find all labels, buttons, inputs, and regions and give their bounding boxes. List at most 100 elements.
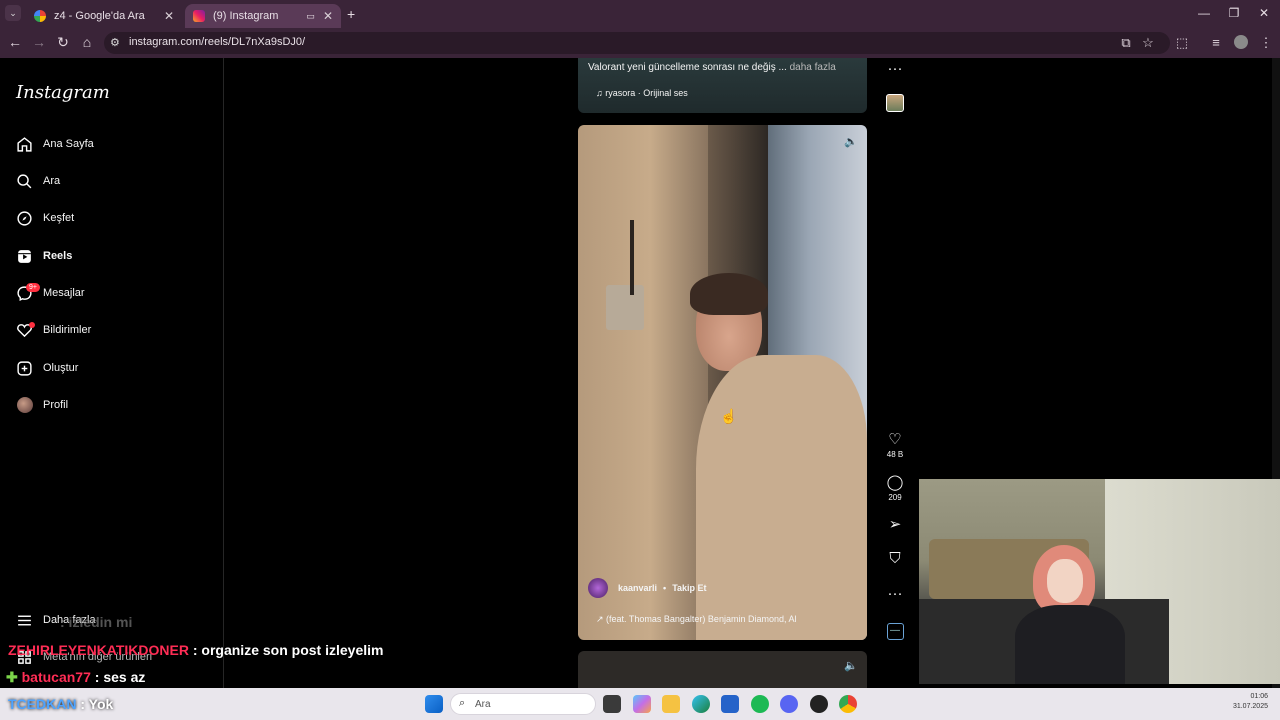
like-button[interactable]: ♡ 48 B [883,430,907,459]
volume-icon[interactable]: 🔈 [844,659,858,672]
close-icon[interactable]: ✕ [323,9,333,23]
tab-title: (9) Instagram [213,10,279,22]
profile-avatar-icon[interactable] [1233,35,1249,52]
save-button[interactable]: ⛉ [883,550,907,567]
search-icon: ⌕ [459,697,466,709]
share-button[interactable]: ➢ [883,515,907,533]
plus-icon [16,360,33,377]
forward-icon[interactable]: → [30,34,48,50]
send-icon: ➢ [888,516,902,533]
windows-start-icon[interactable] [425,695,443,713]
google-icon [34,10,46,22]
tab-search-dropdown-button[interactable]: ⌄ [5,5,21,21]
follow-button[interactable]: Takip Et [672,583,706,593]
compass-icon [16,210,33,227]
reel-caption[interactable]: Valorant yeni güncelleme sonrası ne deği… [588,62,836,73]
tab-google[interactable]: z4 - Google'da Ara ✕ [26,4,182,28]
caption-text: Valorant yeni güncelleme sonrası ne deği… [588,62,787,73]
audio-thumbnail[interactable] [883,94,907,117]
chat-text: : organize son post izleyelim [188,642,384,658]
chat-username: ZEHIRLEYENKATIKDONER [8,642,189,658]
chat-text: : Yok [76,696,114,712]
more-options-button[interactable]: ··· [883,585,907,602]
reload-icon[interactable]: ↻ [54,34,72,51]
nav-home[interactable]: Ana Sayfa [16,130,94,158]
nav-notifications[interactable]: Bildirimler [16,316,91,344]
main-reel-video[interactable]: 🔈 kaanvarli • Takip Et ↗ (feat. Thomas B… [578,125,867,640]
chat-message: ✚ batucan77 : ses az [6,669,145,686]
nav-label: Ara [43,175,61,187]
close-icon[interactable]: ✕ [164,9,174,23]
streamer-body [1015,605,1125,684]
more-link[interactable]: daha fazla [790,62,836,73]
file-explorer-icon[interactable] [662,695,680,713]
nav-label: Reels [43,250,73,262]
volume-icon[interactable]: 🔈 [844,135,858,148]
messages-badge: 9+ [26,283,40,292]
media-icon[interactable]: ▭ [306,11,315,22]
store-icon[interactable] [721,695,739,713]
clock-time: 01:06 [1250,693,1268,700]
comment-button[interactable]: ◯ 209 [883,473,907,502]
nav-label: Bildirimler [43,324,92,336]
mouse-cursor-icon: ☝ [720,408,738,424]
search-placeholder: Ara [475,699,491,710]
discord-icon[interactable] [780,695,798,713]
search-icon [16,173,33,190]
nav-reels[interactable]: Reels [16,242,72,270]
new-tab-button[interactable]: + [347,6,355,22]
previous-reel[interactable]: Valorant yeni güncelleme sonrası ne deği… [578,58,867,113]
browser-menu-icon[interactable]: ⋮ [1258,35,1274,51]
nav-messages[interactable]: Mesajlar [16,279,85,307]
collapse-button[interactable]: — [883,620,907,640]
tab-title: z4 - Google'da Ara [54,10,145,22]
bookmark-star-icon[interactable]: ☆ [1140,35,1156,51]
nav-search[interactable]: Ara [16,167,60,195]
chat-message: TCEDKAN : Yok [8,696,113,712]
chat-message: : izledin mi [60,614,132,630]
avatar-icon [16,397,33,414]
author-avatar[interactable] [588,578,608,598]
home-icon[interactable]: ⌂ [78,34,96,50]
restore-icon[interactable]: ❐ [1226,6,1242,20]
next-reel[interactable]: 🔈 [578,651,867,688]
nav-explore[interactable]: Keşfet [16,204,74,232]
copilot-icon[interactable] [633,695,651,713]
comment-count: 209 [888,493,902,502]
author-username[interactable]: kaanvarli [618,583,657,593]
notification-dot [29,322,35,328]
edge-icon[interactable] [692,695,710,713]
reel-audio[interactable]: ♫ ryasora · Orijinal ses [596,88,688,98]
streamer-webcam [919,479,1280,684]
nav-create[interactable]: Oluştur [16,354,78,382]
site-info-icon[interactable]: ⚙ [110,36,120,49]
reading-list-icon[interactable]: ≡ [1208,35,1224,50]
person-hair [690,273,768,315]
install-app-icon[interactable]: ⧉ [1118,35,1134,51]
nav-label: Ana Sayfa [43,138,94,150]
instagram-icon [193,10,205,22]
task-view-icon[interactable] [603,695,621,713]
arrow-icon: ↗ [596,614,607,624]
top-more-icon[interactable]: ··· [883,60,907,77]
more-icon: ··· [887,585,903,602]
tab-instagram[interactable]: (9) Instagram ▭ ✕ [185,4,341,28]
comment-icon: ◯ [886,474,904,491]
chat-username: batucan77 [21,669,91,685]
obs-icon[interactable] [810,695,828,713]
system-clock[interactable]: 01:06 31.07.2025 [1233,692,1268,712]
instagram-logo[interactable]: Instagram [16,82,110,103]
spotify-icon[interactable] [751,695,769,713]
close-window-icon[interactable]: ✕ [1256,6,1272,20]
taskbar-search[interactable]: ⌕ Ara [450,693,596,715]
reels-icon [16,248,33,265]
chat-text: : ses az [90,669,146,685]
back-icon[interactable]: ← [6,34,24,50]
nav-profile[interactable]: Profil [16,391,68,419]
url-text[interactable]: instagram.com/reels/DL7nXa9sDJ0/ [129,36,305,48]
extensions-icon[interactable]: ⬚ [1174,35,1190,51]
minimize-icon[interactable]: — [1196,6,1212,20]
heart-icon: ♡ [888,431,902,448]
chrome-icon[interactable] [839,695,857,713]
reel-audio[interactable]: ↗ (feat. Thomas Bangalter) Benjamin Diam… [596,614,796,625]
